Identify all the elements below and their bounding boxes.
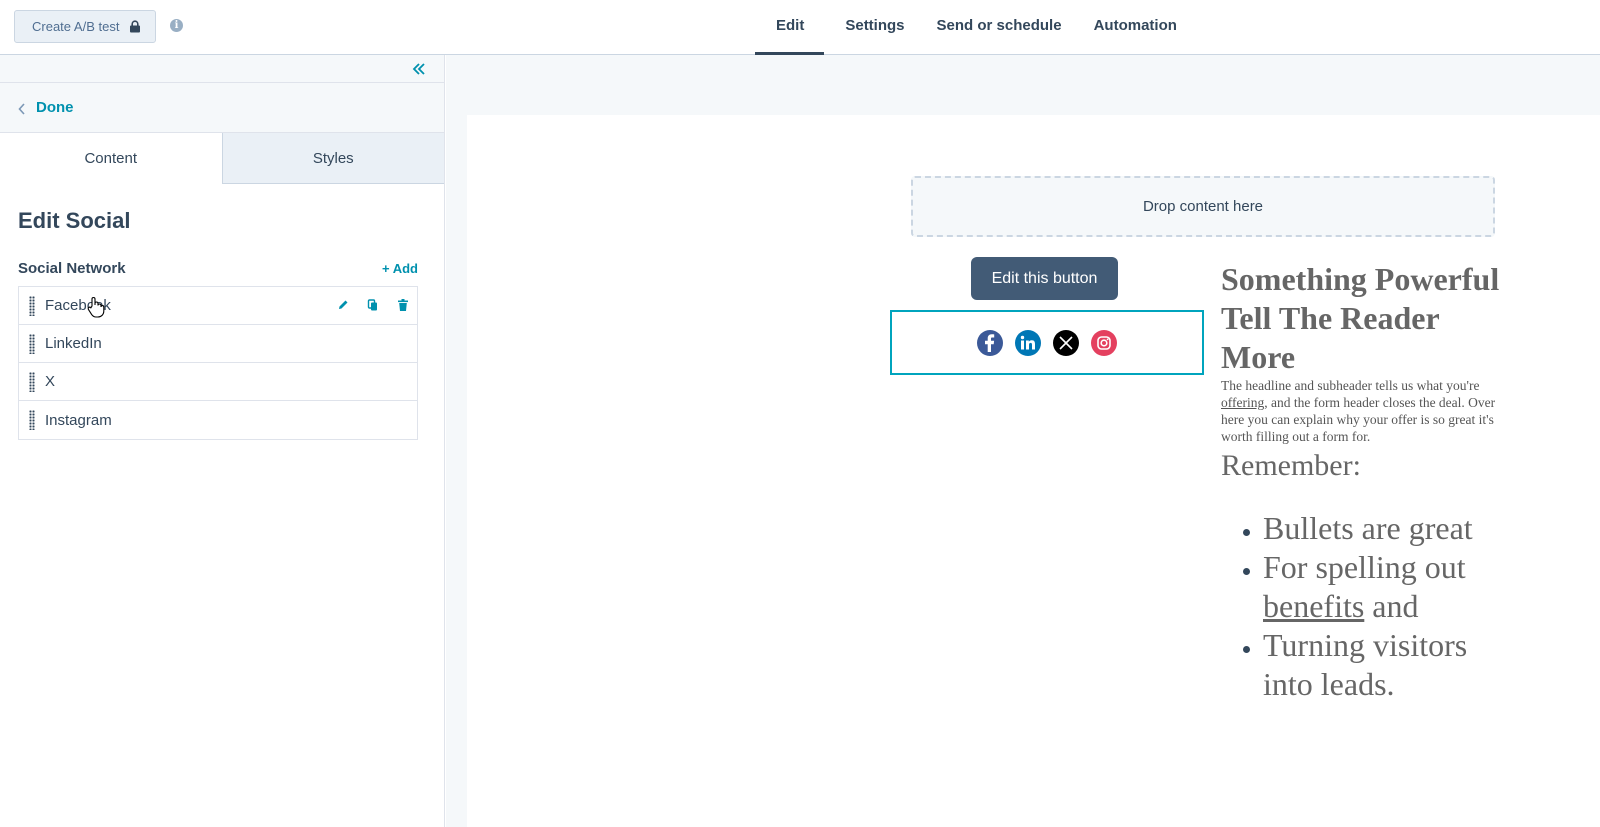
add-network-button[interactable]: + Add [382, 261, 418, 276]
list-item: Bullets are great [1263, 509, 1501, 548]
tab-edit[interactable]: Edit [755, 0, 825, 55]
editor-tabs: Edit Settings Send or schedule Automatio… [755, 0, 1188, 55]
linkedin-icon[interactable] [1015, 329, 1041, 356]
benefits-link[interactable]: benefits [1263, 588, 1364, 624]
social-module[interactable] [890, 310, 1204, 375]
social-network-label: Social Network [18, 260, 126, 277]
top-bar: Create A/B test i Edit Settings Send or … [0, 0, 1600, 55]
drop-zone[interactable]: Drop content here [911, 176, 1495, 237]
list-item[interactable]: LinkedIn [19, 325, 417, 363]
email-cta-button[interactable]: Edit this button [971, 257, 1118, 300]
bullet-text-pre: For spelling out [1263, 549, 1466, 585]
benefits-list: Bullets are great For spelling out benef… [1221, 509, 1501, 704]
list-item[interactable]: Facebook [19, 287, 417, 325]
pencil-icon[interactable] [337, 298, 349, 312]
panel-tabs: Content Styles [0, 133, 444, 184]
list-item: Turning visitors into leads. [1263, 626, 1501, 704]
list-item[interactable]: Instagram [19, 401, 417, 439]
chevron-left-icon[interactable] [18, 102, 26, 115]
facebook-icon[interactable] [977, 329, 1003, 356]
remember-heading: Remember: [1221, 449, 1361, 482]
lock-icon [129, 20, 141, 33]
done-link[interactable]: Done [36, 99, 74, 116]
tab-automation[interactable]: Automation [1073, 0, 1188, 55]
drag-handle-icon[interactable] [29, 410, 35, 430]
list-item: For spelling out benefits and [1263, 548, 1501, 626]
create-ab-test-button[interactable]: Create A/B test [14, 10, 157, 43]
edit-sidebar: Done Content Styles Edit Social Social N… [0, 55, 445, 827]
drag-handle-icon[interactable] [29, 333, 35, 354]
trash-icon[interactable] [397, 298, 409, 312]
offering-link[interactable]: offering [1221, 395, 1264, 410]
tab-send-or-schedule[interactable]: Send or schedule [916, 0, 1073, 55]
tab-settings[interactable]: Settings [824, 0, 915, 55]
social-network-list: Facebook LinkedIn X Instagram [18, 286, 418, 440]
ab-test-label: Create A/B test [32, 19, 120, 34]
body-text-pre: The headline and subheader tells us what… [1221, 378, 1480, 393]
network-name: X [45, 373, 56, 390]
info-icon[interactable]: i [170, 19, 183, 32]
list-item[interactable]: X [19, 363, 417, 401]
drag-handle-icon[interactable] [29, 371, 35, 392]
tab-content[interactable]: Content [0, 133, 223, 184]
collapse-sidebar-icon[interactable] [410, 60, 428, 78]
done-row: Done [0, 83, 444, 133]
tab-styles[interactable]: Styles [222, 133, 444, 184]
sidebar-header [0, 55, 444, 83]
email-body: Drop content here Edit this button Somet… [467, 115, 1600, 827]
drag-handle-icon[interactable] [29, 295, 35, 316]
instagram-icon[interactable] [1091, 329, 1117, 356]
headline-2: Tell The Reader More [1221, 300, 1440, 375]
clone-icon[interactable] [367, 298, 379, 312]
email-canvas: Drop content here Edit this button Somet… [446, 55, 1600, 827]
item-actions [337, 298, 409, 312]
headline-1: Something Powerful [1221, 261, 1500, 297]
social-network-header: Social Network + Add [18, 260, 418, 277]
network-name: LinkedIn [45, 335, 102, 352]
panel-title: Edit Social [18, 208, 131, 233]
bullet-text-post: and [1364, 588, 1419, 624]
body-paragraph: The headline and subheader tells us what… [1221, 377, 1501, 445]
text-module[interactable]: Something Powerful Tell The Reader More … [1221, 260, 1501, 704]
network-name: Instagram [45, 411, 112, 429]
hand-cursor-icon [87, 296, 105, 318]
x-icon[interactable] [1053, 329, 1079, 356]
